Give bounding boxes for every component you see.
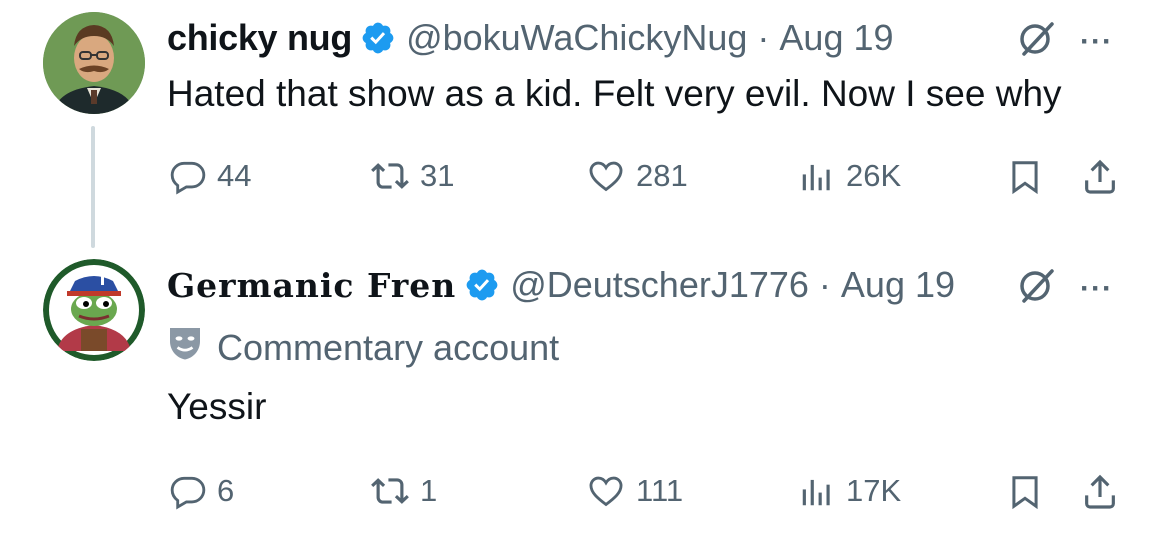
reply-icon [169,472,207,510]
tweet-1-header: chicky nug @bokuWaChickyNug · Aug 19 [167,13,894,63]
views-button[interactable]: 17K [798,472,901,510]
repost-count: 1 [420,473,438,508]
commentary-label-text: Commentary account [217,326,560,368]
bookmark-icon [1006,472,1044,512]
tweet-1-top-actions: ··· [1016,18,1113,65]
repost-button[interactable]: 1 [370,472,437,510]
views-count: 17K [846,473,902,508]
reply-button[interactable]: 44 [169,157,251,195]
share-button[interactable] [1080,472,1120,512]
tweet-text: Yessir [167,386,267,427]
repost-icon [370,157,410,195]
like-button[interactable]: 281 [586,157,688,195]
like-icon [586,472,626,510]
verified-badge-icon [464,267,500,303]
like-button[interactable]: 111 [586,472,683,510]
reply-count: 6 [217,473,235,508]
bookmark-icon [1006,157,1044,197]
share-icon [1080,157,1120,197]
separator-dot: · [757,17,770,58]
grok-icon[interactable] [1016,265,1058,312]
commentary-label: Commentary account [167,323,559,372]
verified-badge-icon [360,20,396,56]
reply-button[interactable]: 6 [169,472,234,510]
tweet-2-top-actions: ··· [1016,265,1113,312]
bookmark-button[interactable] [1006,157,1044,197]
more-icon[interactable]: ··· [1080,272,1113,306]
repost-button[interactable]: 31 [370,157,454,195]
like-count: 281 [636,158,688,193]
display-name[interactable]: chicky nug [167,17,352,59]
thread-connector-line [91,126,95,248]
bookmark-button[interactable] [1006,472,1044,512]
tweet-2-header: Germanic Fren @DeutscherJ1776 · Aug 19 [167,260,955,310]
grok-icon[interactable] [1016,18,1058,65]
views-count: 26K [846,158,902,193]
tweet-text: Hated that show as a kid. Felt very evil… [167,73,1062,114]
views-button[interactable]: 26K [798,157,901,195]
timestamp[interactable]: Aug 19 [841,264,955,306]
like-count: 111 [636,473,684,508]
user-handle[interactable]: @bokuWaChickyNug [406,17,747,59]
reply-count: 44 [217,158,252,193]
timestamp[interactable]: Aug 19 [779,17,893,59]
avatar-germanic-fren[interactable] [43,259,145,361]
commentary-mask-icon [167,323,203,372]
views-icon [798,157,836,195]
repost-count: 31 [420,158,455,193]
share-button[interactable] [1080,157,1120,197]
user-handle[interactable]: @DeutscherJ1776 [510,264,809,306]
repost-icon [370,472,410,510]
display-name[interactable]: Germanic Fren [167,266,456,305]
views-icon [798,472,836,510]
avatar-chicky-nug[interactable] [43,12,145,114]
like-icon [586,157,626,195]
more-icon[interactable]: ··· [1080,25,1113,59]
reply-icon [169,157,207,195]
share-icon [1080,472,1120,512]
separator-dot: · [818,264,831,305]
